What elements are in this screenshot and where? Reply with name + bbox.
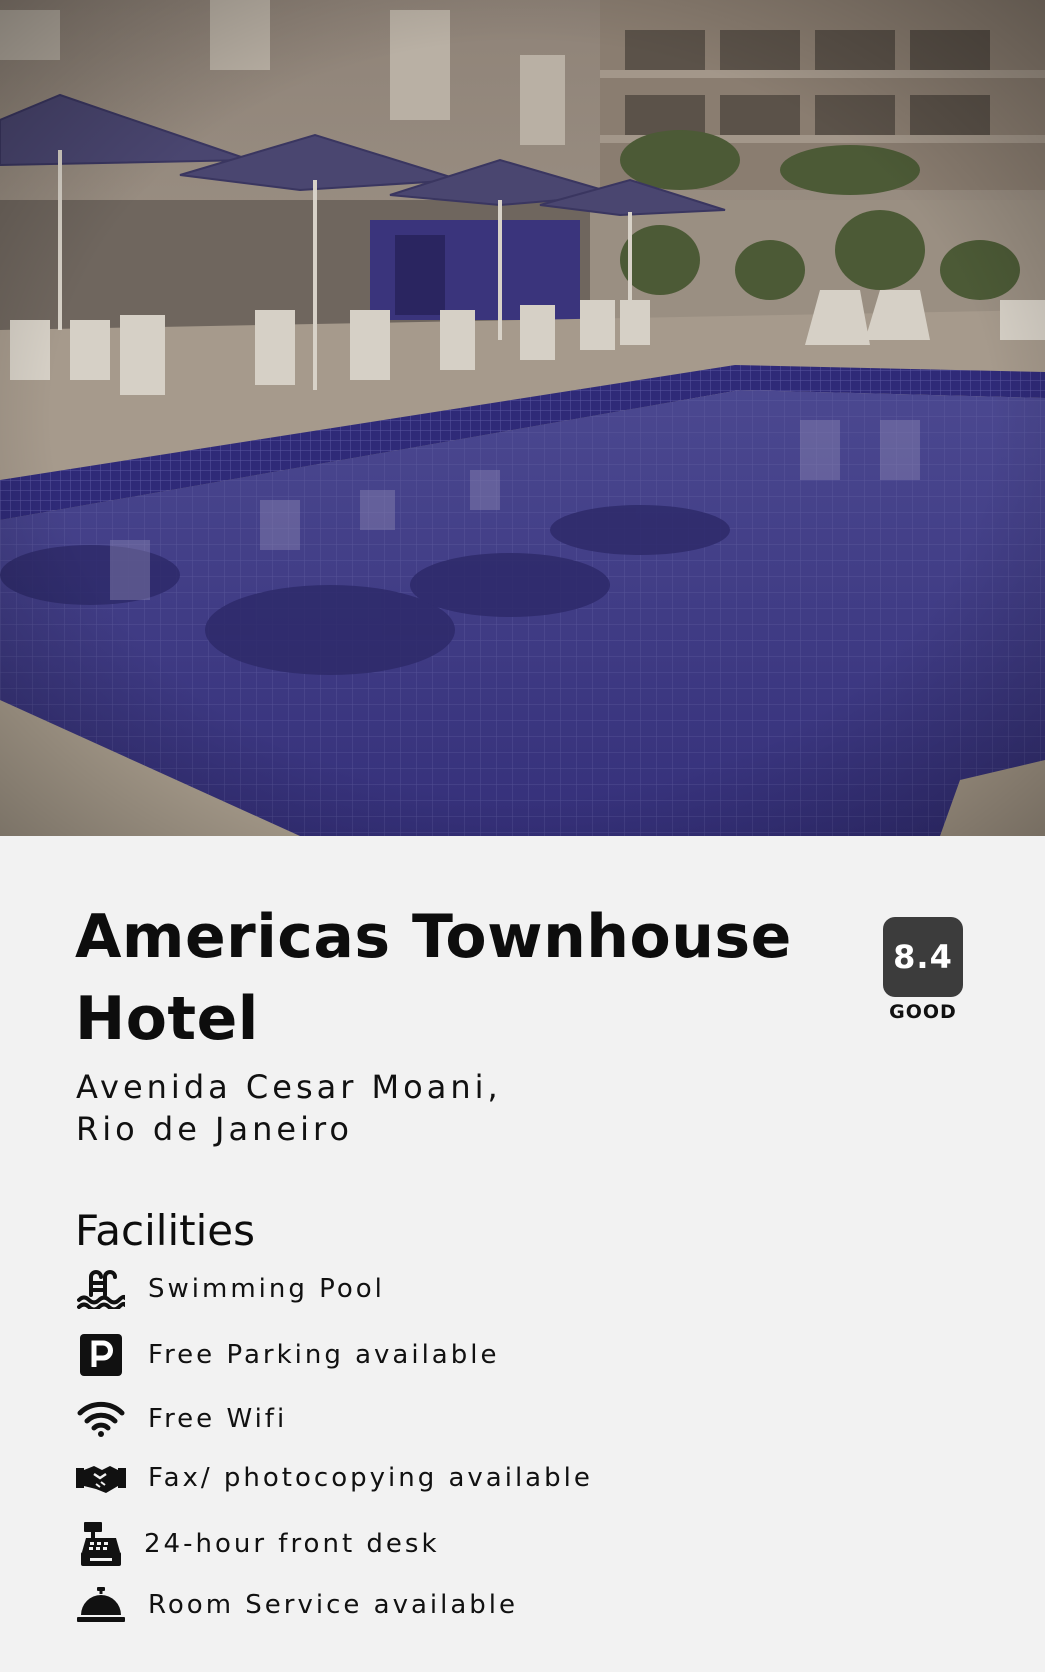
facility-label: Room Service available — [148, 1590, 519, 1620]
hotel-name: Americas Townhouse Hotel — [75, 902, 792, 1054]
facility-label: 24-hour front desk — [144, 1529, 440, 1559]
facility-item-swimming-pool: Swimming Pool — [76, 1264, 385, 1314]
address-line-2: Rio de Janeiro — [76, 1110, 353, 1148]
address-line-1: Avenida Cesar Moani, — [76, 1068, 502, 1106]
facility-item-parking: Free Parking available — [76, 1330, 499, 1380]
hotel-address: Avenida Cesar Moani, Rio de Janeiro — [76, 1066, 676, 1150]
facility-item-wifi: Free Wifi — [76, 1394, 287, 1444]
facility-label: Free Wifi — [148, 1404, 288, 1434]
cash-register-icon — [76, 1519, 126, 1569]
service-bell-icon — [76, 1580, 126, 1630]
wifi-icon — [76, 1394, 126, 1444]
facility-label: Swimming Pool — [148, 1274, 385, 1304]
rating-label: GOOD — [889, 1001, 957, 1023]
facility-item-room-service: Room Service available — [76, 1580, 518, 1630]
parking-icon — [76, 1330, 126, 1380]
facility-label: Fax/ photocopying available — [148, 1463, 593, 1493]
facility-item-front-desk: 24-hour front desk — [76, 1519, 440, 1569]
rating-score: 8.4 — [883, 917, 963, 997]
hotel-details-card: Americas Townhouse Hotel 8.4 GOOD Avenid… — [0, 836, 1045, 1672]
facilities-heading: Facilities — [75, 1206, 255, 1255]
facility-label: Free Parking available — [148, 1340, 500, 1370]
hotel-pool-image — [0, 0, 1045, 836]
rating-badge: 8.4 GOOD — [883, 917, 963, 1023]
hotel-photo — [0, 0, 1045, 836]
handshake-icon — [76, 1453, 126, 1503]
swimming-pool-icon — [76, 1264, 126, 1314]
facility-item-fax: Fax/ photocopying available — [76, 1453, 593, 1503]
